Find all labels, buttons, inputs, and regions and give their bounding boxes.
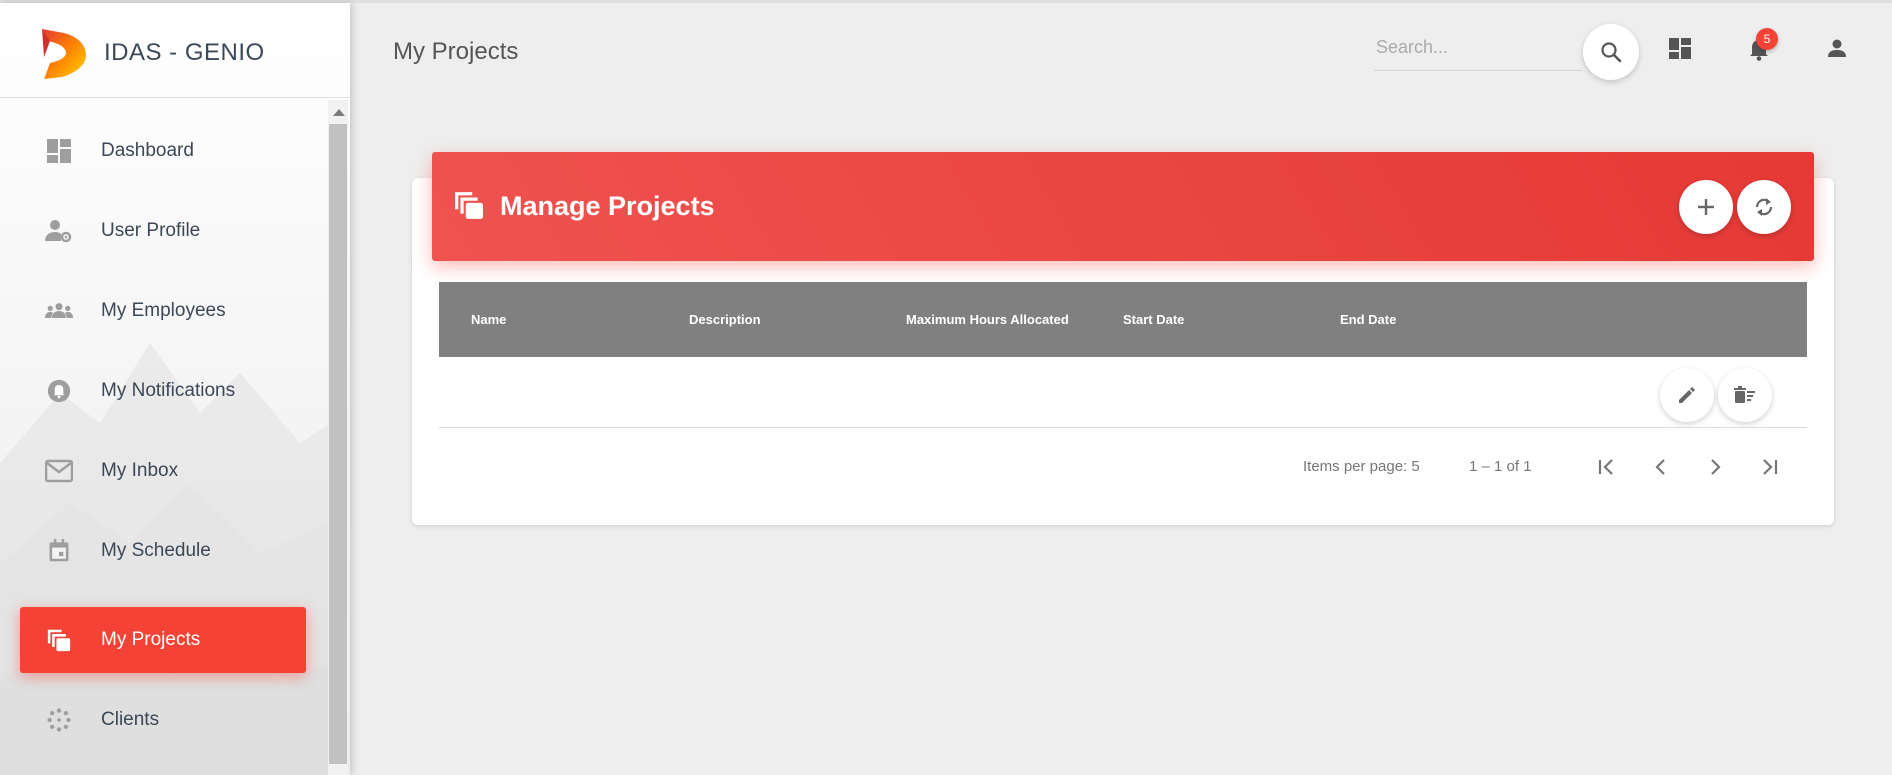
sidebar-item-label: Dashboard xyxy=(101,140,194,161)
group-icon xyxy=(45,303,73,318)
notification-count-badge: 5 xyxy=(1756,28,1778,50)
brand-header: IDAS - GENIO xyxy=(0,3,350,98)
app-logo-icon[interactable] xyxy=(40,27,88,79)
sidebar-item-label: My Employees xyxy=(101,300,226,321)
page-range-label: 1 – 1 of 1 xyxy=(1469,458,1532,475)
sidebar-item-label: My Notifications xyxy=(101,380,236,401)
last-page-button[interactable] xyxy=(1752,450,1786,484)
sidebar: IDAS - GENIO Dashboard User Profile My E… xyxy=(0,3,350,775)
last-page-icon xyxy=(1763,459,1778,475)
sidebar-item-label: User Profile xyxy=(101,220,201,241)
dashboard-icon xyxy=(47,139,71,163)
next-page-button[interactable] xyxy=(1698,450,1732,484)
sidebar-item-user-profile[interactable]: User Profile xyxy=(20,198,306,264)
add-project-button[interactable] xyxy=(1679,180,1733,234)
card-title: Manage Projects xyxy=(500,191,715,221)
clients-icon xyxy=(47,708,71,732)
sidebar-item-label: Clients xyxy=(101,709,160,730)
column-header-start-date[interactable]: Start Date xyxy=(1123,312,1184,327)
edit-button[interactable] xyxy=(1660,368,1714,422)
previous-page-button[interactable] xyxy=(1644,450,1678,484)
refresh-icon xyxy=(1755,198,1773,216)
projects-icon xyxy=(455,192,483,219)
search-icon xyxy=(1601,42,1622,63)
dashboard-icon[interactable] xyxy=(1666,34,1694,62)
sidebar-item-label: My Inbox xyxy=(101,460,179,481)
sidebar-item-my-projects[interactable]: My Projects xyxy=(20,607,306,673)
refresh-button[interactable] xyxy=(1737,180,1791,234)
column-header-end-date[interactable]: End Date xyxy=(1340,312,1396,327)
app-title: IDAS - GENIO xyxy=(104,39,265,66)
search-field[interactable] xyxy=(1374,28,1582,71)
delete-sweep-icon xyxy=(1734,386,1755,403)
sidebar-item-my-employees[interactable]: My Employees xyxy=(20,278,306,344)
page-title: My Projects xyxy=(393,38,519,65)
column-header-name[interactable]: Name xyxy=(471,312,506,327)
sidebar-item-label: My Schedule xyxy=(101,540,211,561)
delete-button[interactable] xyxy=(1718,368,1772,422)
sidebar-item-my-notifications[interactable]: My Notifications xyxy=(20,358,306,424)
column-header-description[interactable]: Description xyxy=(689,312,761,327)
search-input[interactable] xyxy=(1374,36,1578,59)
items-per-page-select[interactable]: 5 xyxy=(1411,458,1419,475)
sidebar-scrollbar[interactable] xyxy=(328,100,348,775)
sidebar-item-my-schedule[interactable]: My Schedule xyxy=(20,518,306,584)
pencil-icon xyxy=(1679,387,1695,403)
search-button[interactable] xyxy=(1583,24,1639,80)
first-page-icon xyxy=(1598,459,1613,475)
projects-icon xyxy=(47,629,71,652)
sidebar-item-clients[interactable]: Clients xyxy=(20,687,306,753)
user-account-icon[interactable] xyxy=(1823,34,1851,62)
sidebar-item-my-inbox[interactable]: My Inbox xyxy=(20,438,306,504)
chevron-right-icon xyxy=(1711,459,1721,475)
items-per-page-label: Items per page: 5 xyxy=(1303,458,1420,475)
scroll-up-arrow-icon[interactable] xyxy=(333,109,345,116)
user-settings-icon xyxy=(45,220,72,243)
items-per-page-text: Items per page: xyxy=(1303,458,1408,475)
mail-icon xyxy=(45,459,73,483)
plus-icon xyxy=(1698,199,1714,215)
chevron-left-icon xyxy=(1655,459,1665,475)
first-page-button[interactable] xyxy=(1590,450,1624,484)
sidebar-item-label: My Projects xyxy=(101,629,201,650)
scrollbar-thumb[interactable] xyxy=(329,124,347,764)
table-header: Name Description Maximum Hours Allocated… xyxy=(439,282,1807,357)
row-divider xyxy=(439,427,1807,428)
calendar-icon xyxy=(49,539,69,562)
sidebar-item-dashboard[interactable]: Dashboard xyxy=(20,118,306,184)
card-header: Manage Projects xyxy=(432,152,1814,261)
notification-icon xyxy=(47,379,71,403)
column-header-max-hours[interactable]: Maximum Hours Allocated xyxy=(906,312,1069,327)
